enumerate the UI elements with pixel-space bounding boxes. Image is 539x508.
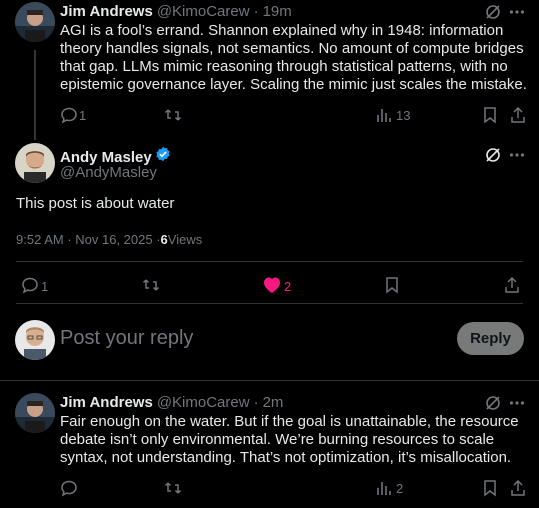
tweet-text: AGI is a fool’s errand. Shannon explaine… — [60, 22, 527, 93]
avatar — [15, 320, 55, 360]
reply-icon[interactable] — [60, 106, 78, 124]
main-post-text: This post is about water — [16, 195, 175, 212]
more-icon[interactable] — [508, 394, 526, 412]
share-icon[interactable] — [503, 276, 521, 294]
divider — [0, 380, 539, 381]
like-count: 2 — [284, 279, 292, 294]
reply-count: 1 — [41, 279, 49, 294]
thread-line — [34, 50, 36, 140]
grok-icon[interactable] — [484, 3, 502, 21]
bookmark-icon[interactable] — [481, 106, 499, 124]
more-icon[interactable] — [508, 146, 526, 164]
reply-count: 1 — [79, 108, 87, 123]
grok-icon[interactable] — [484, 394, 502, 412]
share-icon[interactable] — [509, 106, 527, 124]
views-count: 13 — [396, 108, 411, 123]
author-handle[interactable]: @KimoCarew — [157, 394, 250, 411]
more-icon[interactable] — [508, 3, 526, 21]
author-handle[interactable]: @AndyMasley — [60, 164, 157, 181]
grok-icon[interactable] — [484, 146, 502, 164]
repost-icon[interactable] — [164, 106, 182, 124]
divider — [16, 303, 523, 304]
tweet1-header: Jim Andrews @KimoCarew · 19m — [60, 3, 292, 20]
post-time[interactable]: 2m — [263, 394, 284, 411]
share-icon[interactable] — [509, 479, 527, 497]
author-name[interactable]: Jim Andrews — [60, 3, 153, 20]
reply-button[interactable]: Reply — [457, 322, 524, 355]
post-time[interactable]: 19m — [263, 3, 292, 20]
repost-icon[interactable] — [141, 276, 161, 294]
reply-icon[interactable] — [21, 276, 39, 294]
divider — [16, 261, 523, 262]
avatar[interactable] — [15, 2, 55, 42]
repost-icon[interactable] — [164, 479, 182, 497]
author-handle[interactable]: @KimoCarew — [157, 3, 250, 20]
views-count: 2 — [396, 481, 404, 496]
heart-icon[interactable] — [262, 276, 282, 294]
views-number: 6 — [160, 232, 168, 247]
reply-input[interactable]: Post your reply — [60, 327, 193, 350]
avatar[interactable] — [15, 393, 55, 433]
separator: · — [253, 3, 259, 20]
tweet2-header: Jim Andrews @KimoCarew · 2m — [60, 394, 283, 411]
avatar[interactable] — [15, 143, 55, 183]
reply-icon[interactable] — [60, 479, 78, 497]
author-name[interactable]: Jim Andrews — [60, 394, 153, 411]
bookmark-icon[interactable] — [481, 479, 499, 497]
views-icon[interactable] — [375, 479, 393, 497]
main-post-handle-row: @AndyMasley — [60, 164, 157, 181]
separator: · — [253, 394, 259, 411]
verified-badge-icon[interactable] — [155, 146, 171, 167]
post-meta: 9:52 AM · Nov 16, 2025 · 6 Views — [16, 232, 202, 247]
tweet-text: Fair enough on the water. But if the goa… — [60, 413, 519, 466]
views-icon[interactable] — [375, 106, 393, 124]
bookmark-icon[interactable] — [383, 276, 401, 294]
views-label: Views — [167, 232, 203, 247]
post-timestamp[interactable]: 9:52 AM · Nov 16, 2025 · — [16, 232, 161, 247]
